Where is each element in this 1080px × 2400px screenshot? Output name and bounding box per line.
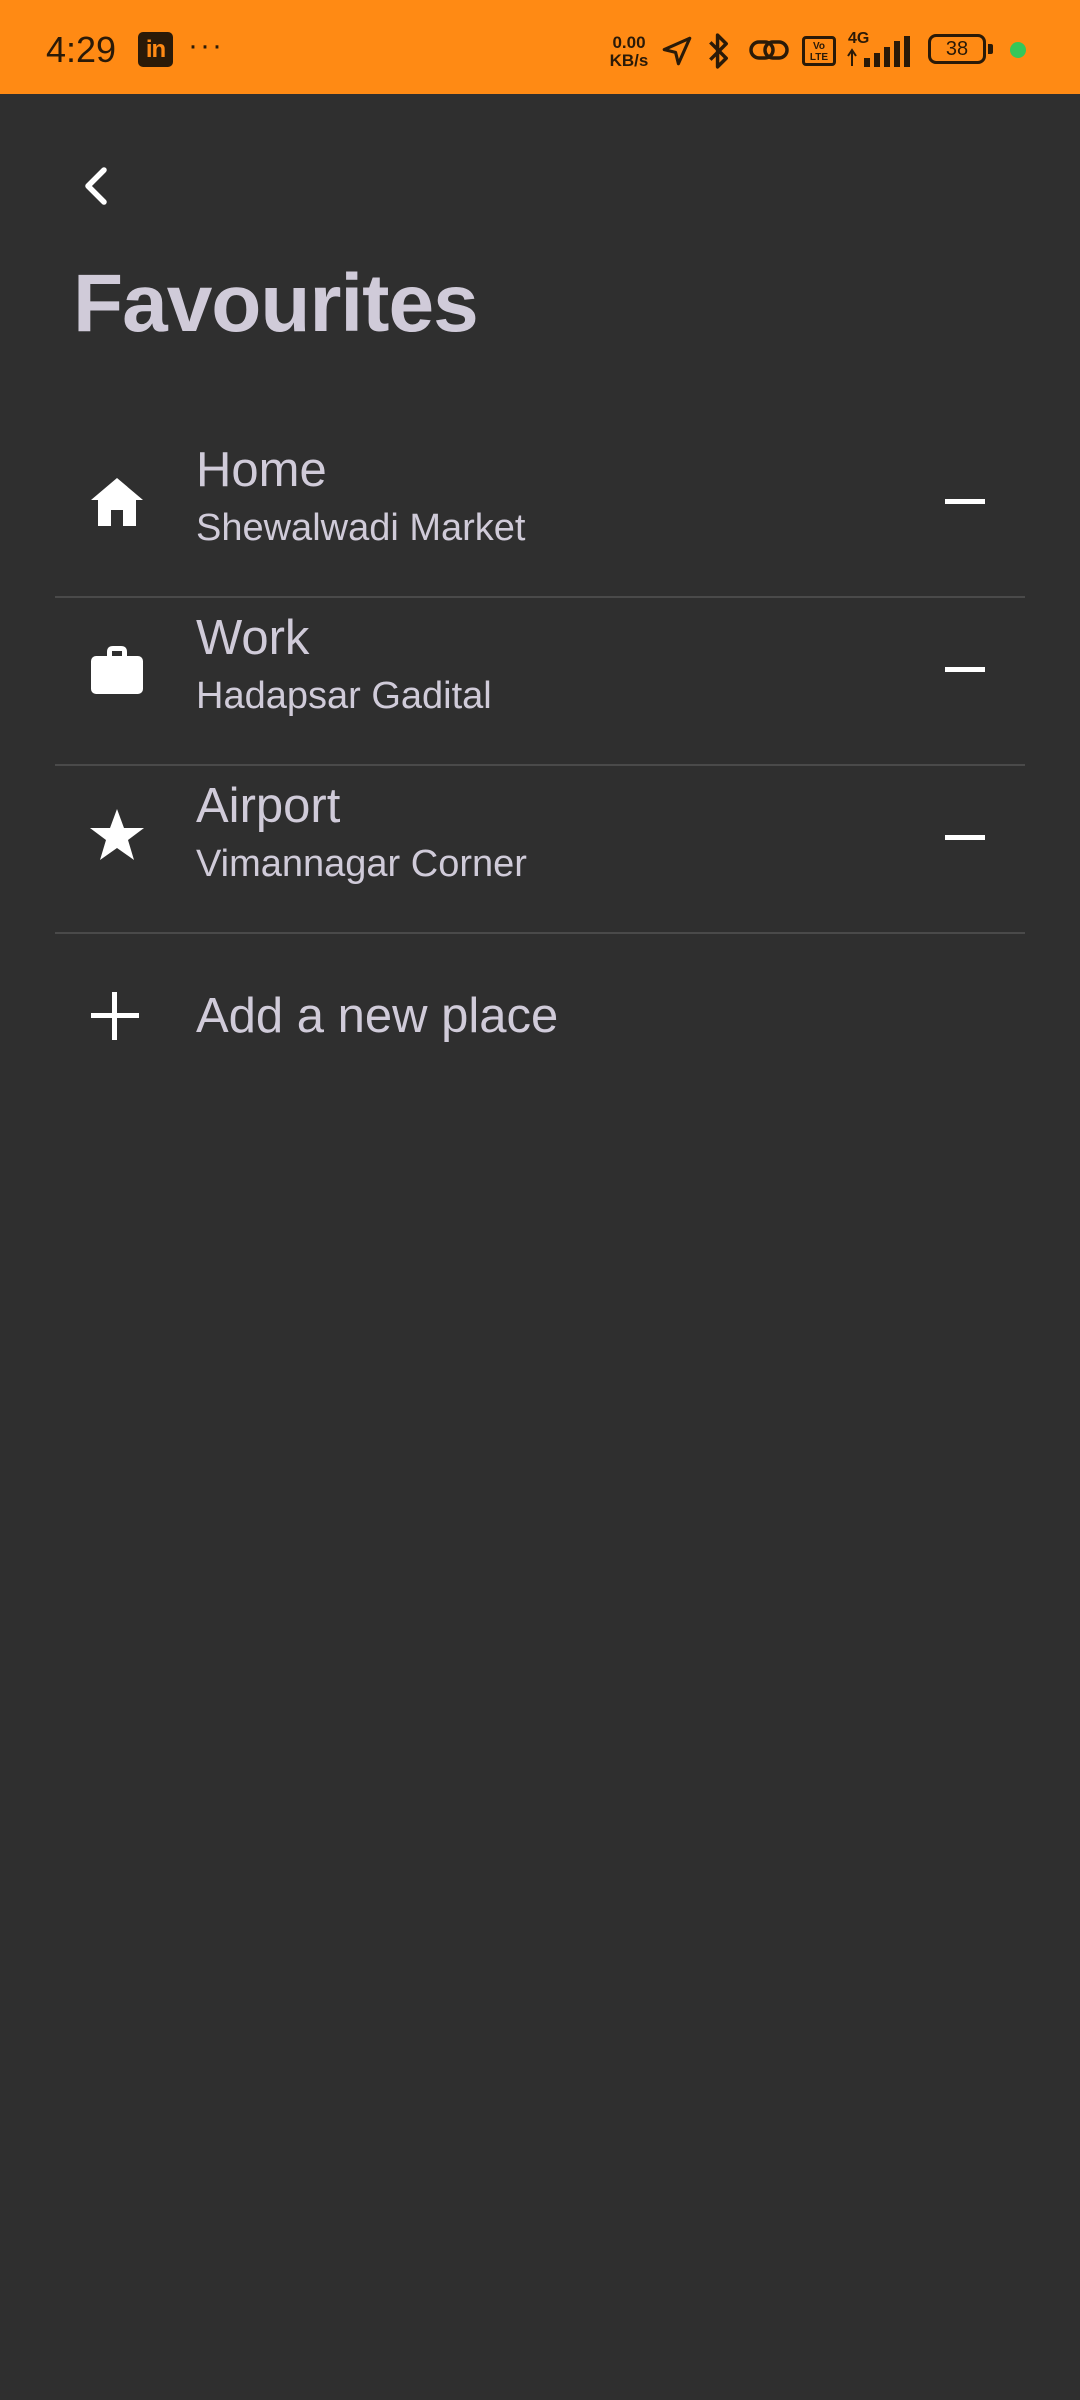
status-time: 4:29 bbox=[46, 29, 117, 70]
privacy-indicator-dot bbox=[1010, 42, 1026, 58]
page-title: Favourites bbox=[73, 258, 479, 349]
bluetooth-icon bbox=[709, 33, 728, 69]
signal-icon bbox=[847, 36, 910, 67]
favourite-address: Hadapsar Gadital bbox=[196, 675, 492, 717]
favourite-name: Home bbox=[196, 443, 327, 497]
status-bar: 4:29 in ··· 0.00 KB/s Vo LTE 4G 38 bbox=[0, 0, 1080, 94]
add-new-place-button[interactable]: Add a new place bbox=[55, 934, 1025, 1104]
back-button[interactable] bbox=[66, 156, 126, 216]
battery-tip bbox=[988, 44, 993, 54]
minus-icon bbox=[945, 667, 985, 672]
remove-favourite-button[interactable] bbox=[935, 640, 995, 700]
favourite-item-work[interactable]: Work Hadapsar Gadital bbox=[55, 598, 1025, 766]
favourites-list: Home Shewalwadi Market Work Hadapsar Gad… bbox=[55, 430, 1025, 1104]
remove-favourite-button[interactable] bbox=[935, 472, 995, 532]
favourite-name: Work bbox=[196, 611, 310, 665]
favourite-item-airport[interactable]: Airport Vimannagar Corner bbox=[55, 766, 1025, 934]
volte-icon: Vo LTE bbox=[802, 36, 836, 66]
favourite-address: Shewalwadi Market bbox=[196, 507, 526, 549]
battery-icon: 38 bbox=[928, 34, 986, 64]
more-notifications-icon: ··· bbox=[188, 29, 224, 62]
minus-icon bbox=[945, 835, 985, 840]
favourite-name: Airport bbox=[196, 779, 341, 833]
network-speed: 0.00 KB/s bbox=[609, 33, 649, 70]
favourite-item-home[interactable]: Home Shewalwadi Market bbox=[55, 430, 1025, 598]
minus-icon bbox=[945, 499, 985, 504]
navigation-icon bbox=[662, 36, 692, 66]
linkedin-icon: in bbox=[138, 32, 173, 67]
add-new-place-label: Add a new place bbox=[196, 989, 559, 1043]
chevron-left-icon bbox=[85, 167, 107, 205]
favourite-address: Vimannagar Corner bbox=[196, 843, 527, 885]
home-icon bbox=[91, 478, 143, 526]
briefcase-icon bbox=[91, 646, 143, 694]
plus-icon bbox=[91, 992, 139, 1040]
remove-favourite-button[interactable] bbox=[935, 808, 995, 868]
star-icon bbox=[90, 809, 144, 860]
link-icon bbox=[749, 40, 789, 60]
